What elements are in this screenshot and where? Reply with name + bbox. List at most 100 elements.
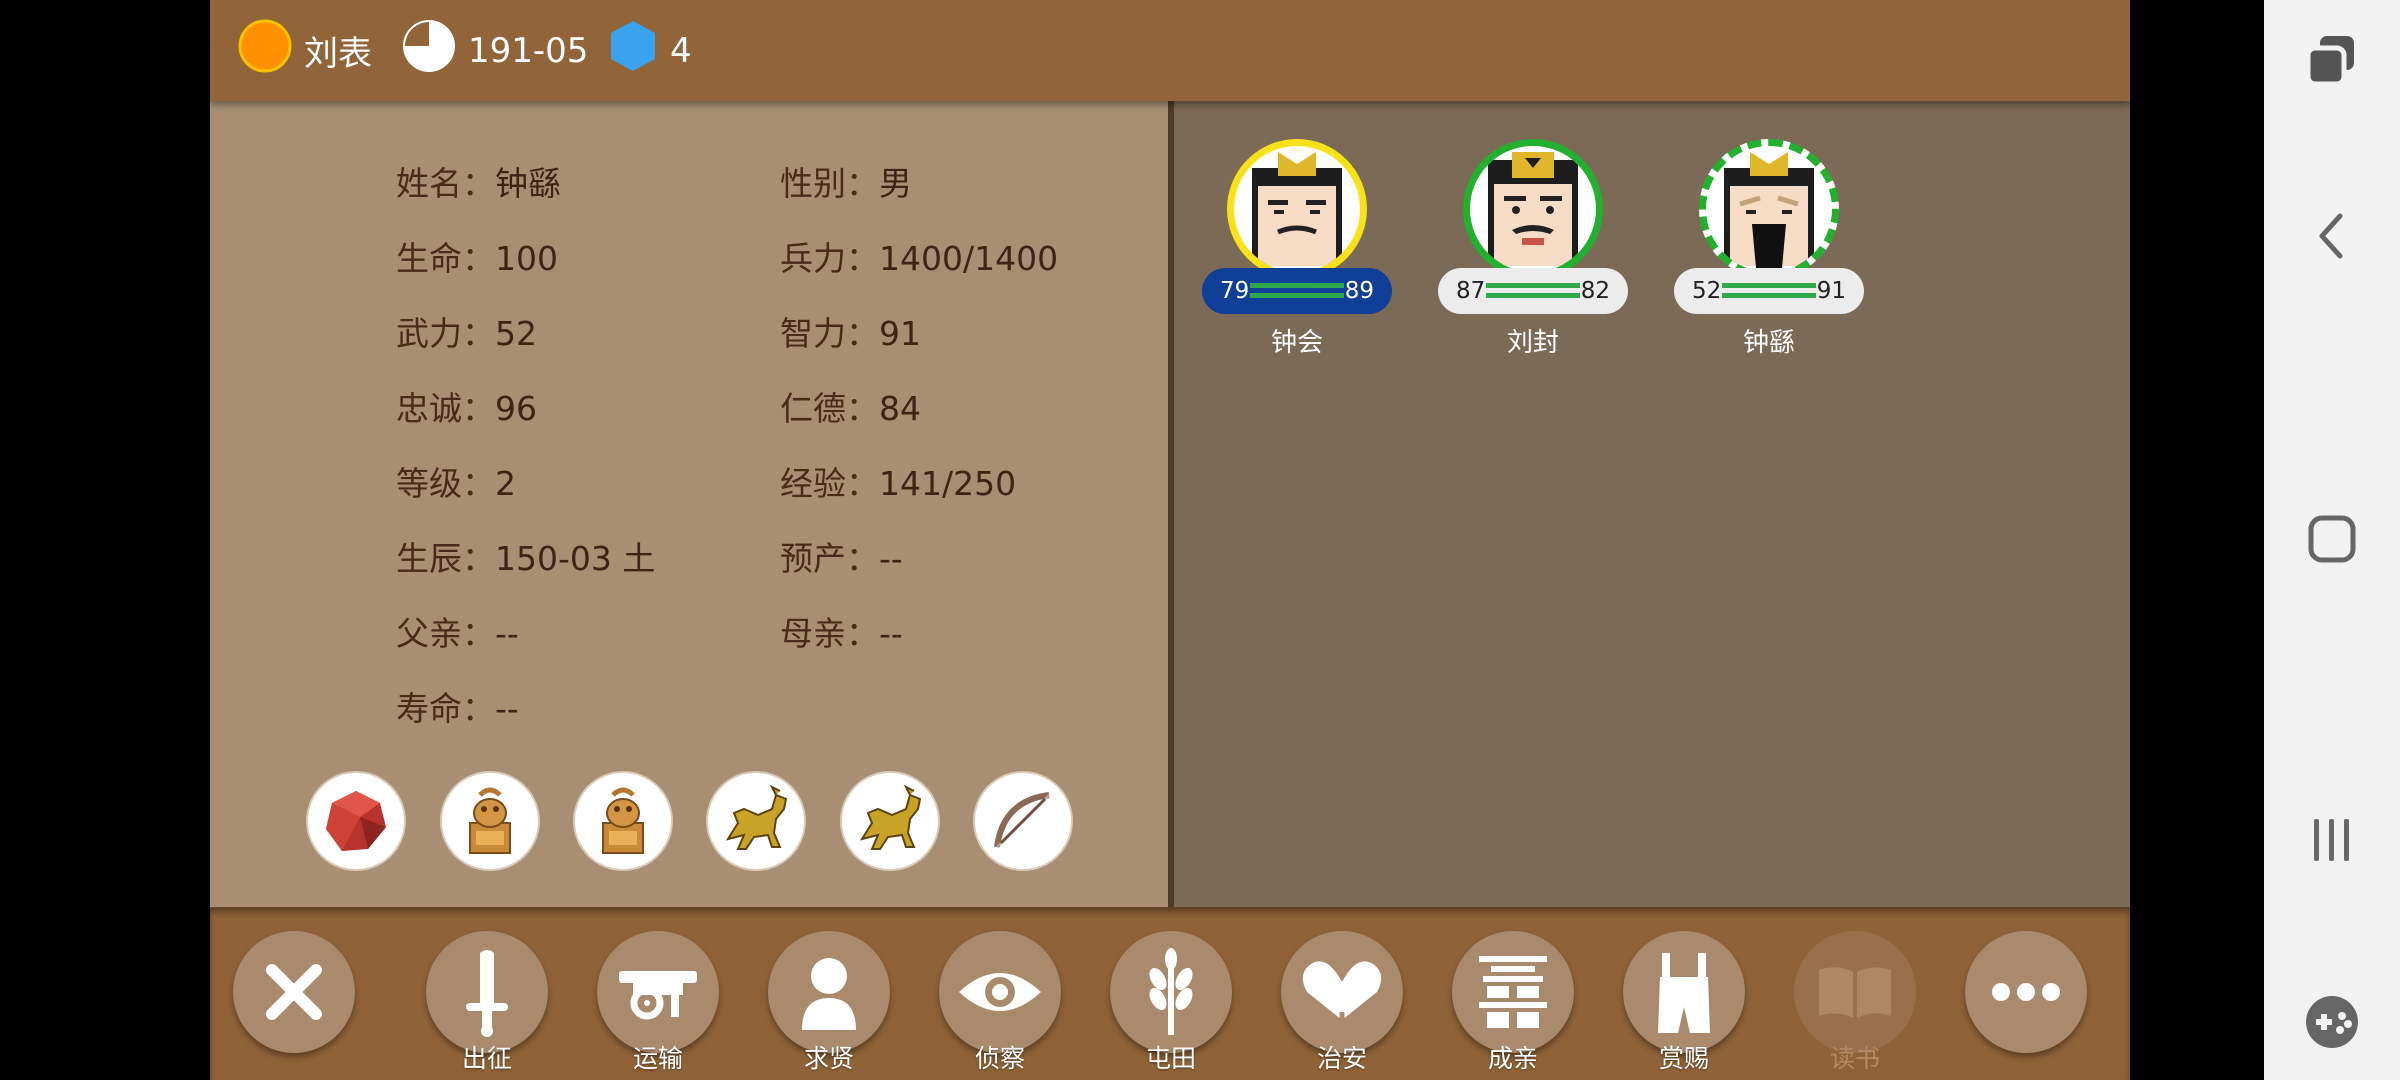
farm-button[interactable]: 屯田 [1110,931,1232,1080]
back-icon [2319,213,2343,259]
date-indicator: 191-05 [402,0,588,101]
action-label: 求贤 [803,1044,854,1073]
attribute-label: 母亲 [780,614,846,653]
attribute-value: 钟繇 [495,164,561,203]
eye-icon [959,973,1041,1011]
action-label: 成亲 [1487,1044,1538,1073]
lord-indicator: 刘表 [238,0,372,101]
orange-faction-icon [238,19,292,82]
attribute-value: 1400/1400 [879,239,1059,278]
study-button[interactable]: 读书 [1794,931,1916,1080]
action-label: 运输 [632,1044,683,1073]
action-label: 治安 [1316,1044,1367,1073]
attribute-separator: ： [846,239,879,278]
attribute-label: 生辰 [396,539,462,578]
recruit-button[interactable]: 求贤 [768,931,890,1080]
golden-seal-icon[interactable] [440,771,540,871]
attribute-value: 150-03 土 [495,539,656,578]
close-button[interactable] [233,931,355,1080]
screenshot-window-button[interactable] [2298,26,2366,94]
general-roster: 79 89 钟会 87 82 刘封 52 91 钟繇 [1174,101,2130,907]
attribute-row: 兵力：1400/1400 [780,232,1058,280]
home-button[interactable] [2298,505,2366,573]
bow-icon[interactable] [973,771,1073,871]
attribute-separator: ： [462,689,495,728]
attribute-row: 生辰：150-03 土 [396,532,655,580]
attribute-separator: ： [846,314,879,353]
attribute-value: 男 [879,164,912,203]
attribute-separator: ： [846,614,879,653]
action-label: 赏赐 [1658,1044,1709,1073]
roster-general[interactable]: 87 82 刘封 [1438,134,1628,364]
attribute-value: -- [495,689,519,728]
general-strength: 79 [1220,278,1250,304]
attribute-separator: ： [462,539,495,578]
general-strength: 52 [1692,278,1722,304]
attribute-separator: ： [846,539,879,578]
attribute-separator: ： [462,389,495,428]
attribute-row: 忠诚：96 [396,382,537,430]
red-gem-icon[interactable] [306,771,406,871]
attribute-value: 96 [495,389,537,428]
attribute-separator: ： [462,239,495,278]
game-tools-button[interactable] [2298,988,2366,1056]
action-label: 出征 [461,1044,512,1073]
game-window: 刘表 191-05 4 姓名：钟繇 性别：男 生命：100 兵力：1400/1400 武… [210,0,2130,1080]
general-name: 钟繇 [1742,328,1795,358]
attribute-label: 父亲 [396,614,462,653]
home-icon [2308,515,2356,563]
stat-bars [1486,283,1580,299]
attribute-value: -- [879,614,903,653]
general-name: 钟会 [1270,328,1323,358]
attribute-row: 经验：141/250 [780,457,1016,505]
attribute-row: 智力：91 [780,307,921,355]
heart-hands-icon [1302,961,1382,1030]
roster-general[interactable]: 79 89 钟会 [1202,134,1392,364]
attribute-separator: ： [462,314,495,353]
attribute-value: 2 [495,464,516,503]
scout-button[interactable]: 侦察 [939,931,1061,1080]
attribute-row: 寿命：-- [396,682,519,730]
attribute-label: 经验 [780,464,846,503]
general-intelligence: 91 [1816,278,1846,304]
attribute-row: 生命：100 [396,232,558,280]
clock-pie-icon [402,19,456,82]
transport-button[interactable]: 运输 [597,931,719,1080]
recents-icon [2314,819,2349,861]
attribute-row: 母亲：-- [780,607,903,655]
back-button[interactable] [2298,202,2366,270]
blue-hexagon-icon [608,19,658,82]
attribute-row: 预产：-- [780,532,903,580]
lord-name: 刘表 [304,34,372,74]
wheat-icon [1149,948,1193,1035]
golden-horse-icon[interactable] [706,771,806,871]
attribute-row: 等级：2 [396,457,516,505]
attribute-label: 武力 [396,314,462,353]
golden-seal-icon[interactable] [573,771,673,871]
recents-button[interactable] [2298,806,2366,874]
general-portrait [1463,139,1603,279]
attribute-separator: ： [846,164,879,203]
attribute-label: 寿命 [396,689,462,728]
attribute-separator: ： [846,389,879,428]
attribute-row: 性别：男 [780,157,912,205]
person-icon [802,958,856,1030]
campaign-button[interactable]: 出征 [426,931,548,1080]
more-button[interactable] [1965,931,2087,1080]
roster-general[interactable]: 52 91 钟繇 [1674,134,1864,364]
overalls-icon [1658,953,1710,1033]
attribute-row: 武力：52 [396,307,537,355]
general-strength: 87 [1456,278,1486,304]
golden-horse-icon[interactable] [840,771,940,871]
security-button[interactable]: 治安 [1281,931,1403,1080]
close-icon [266,964,322,1020]
double-happiness-icon [1479,956,1547,1028]
marriage-button[interactable]: 成亲 [1452,931,1574,1080]
general-portrait [1227,139,1367,279]
general-info-panel: 姓名：钟繇 性别：男 生命：100 兵力：1400/1400 武力：52 智力：91 忠诚：… [210,101,1168,907]
general-name: 刘封 [1506,328,1559,358]
attribute-separator: ： [462,164,495,203]
attribute-label: 等级 [396,464,462,503]
reward-button[interactable]: 赏赐 [1623,931,1745,1080]
attribute-value: 100 [495,239,558,278]
